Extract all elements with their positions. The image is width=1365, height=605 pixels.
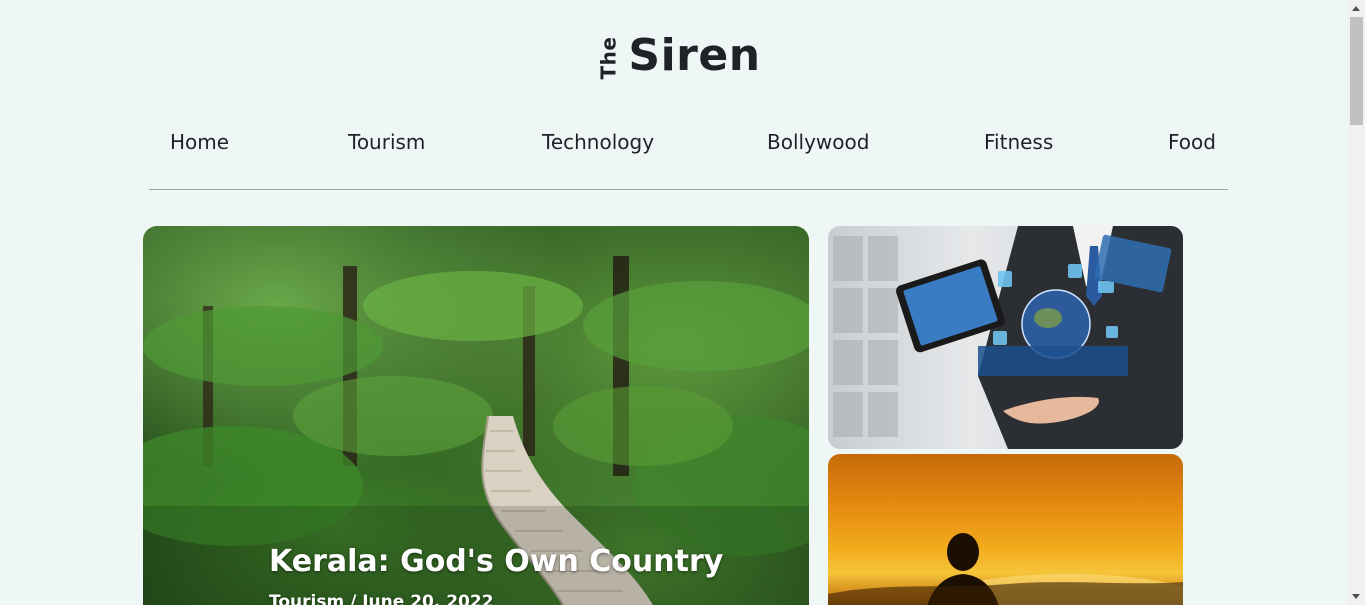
logo-name: Siren (628, 30, 761, 81)
sunset-silhouette-image (828, 533, 1183, 605)
technology-article-card[interactable] (828, 226, 1183, 449)
main-nav: Home Tourism Technology Bollywood Fitnes… (149, 120, 1228, 190)
logo-prefix: The (596, 36, 621, 80)
nav-item-home[interactable]: Home (170, 130, 229, 154)
nav-item-technology[interactable]: Technology (542, 130, 654, 154)
featured-article-card[interactable]: Kerala: God's Own Country Tourism / June… (143, 226, 809, 605)
featured-article-title[interactable]: Kerala: God's Own Country (269, 544, 723, 579)
scroll-down-icon[interactable] (1352, 594, 1360, 599)
nav-item-tourism[interactable]: Tourism (348, 130, 425, 154)
scroll-up-icon[interactable] (1352, 6, 1360, 11)
nav-item-fitness[interactable]: Fitness (984, 130, 1053, 154)
vertical-scrollbar[interactable] (1348, 0, 1365, 605)
nav-item-food[interactable]: Food (1168, 130, 1216, 154)
scrollbar-thumb[interactable] (1350, 17, 1363, 125)
technology-image (833, 226, 1183, 449)
fitness-article-card[interactable] (828, 454, 1183, 605)
featured-article-meta: Tourism / June 20, 2022 (269, 592, 494, 605)
nav-item-bollywood[interactable]: Bollywood (767, 130, 869, 154)
page: The Siren Home Tourism Technology Bollyw… (0, 0, 1365, 605)
site-logo[interactable]: The Siren (0, 28, 1348, 84)
